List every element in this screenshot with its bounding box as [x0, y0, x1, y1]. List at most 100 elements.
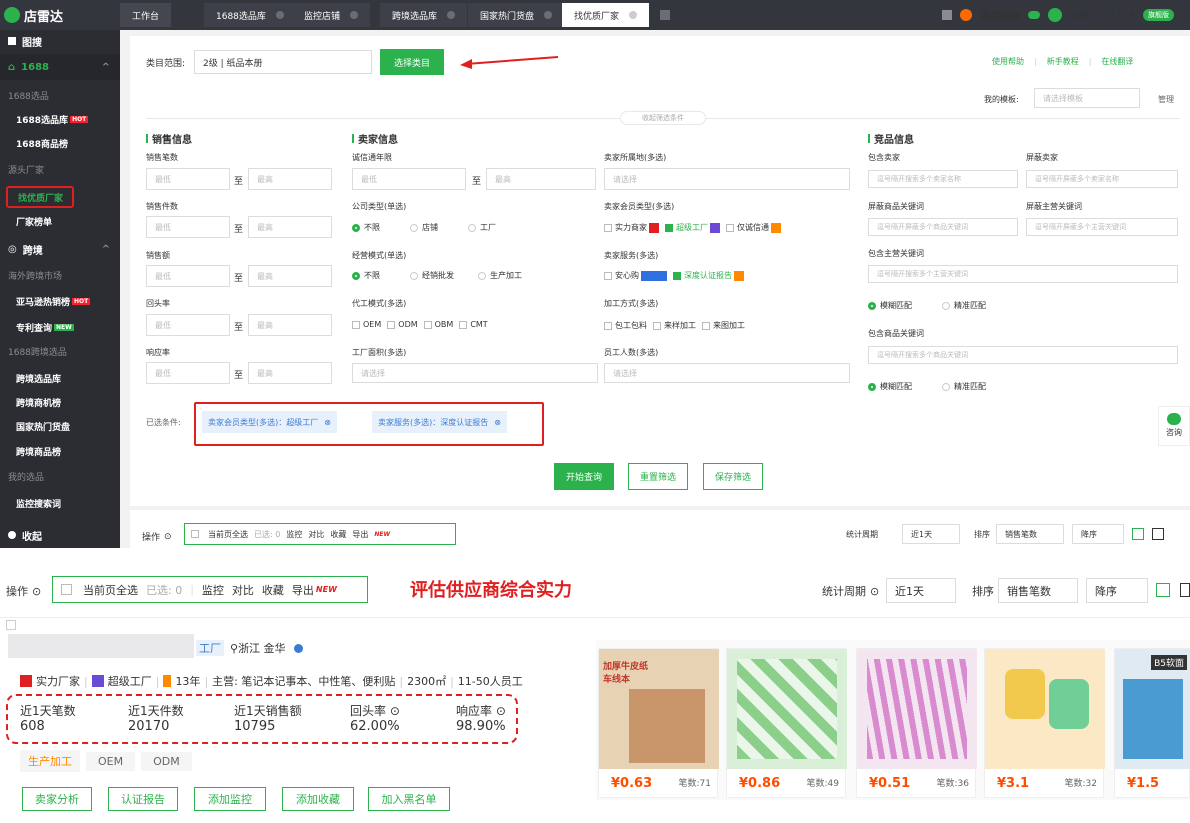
sort-dir-small[interactable]: 降序: [1072, 524, 1124, 544]
radio-exact[interactable]: [942, 301, 950, 310]
response-rate-min[interactable]: 最低: [146, 362, 230, 384]
radio-no-limit[interactable]: [352, 223, 360, 232]
return-rate-min[interactable]: 最低: [146, 314, 230, 336]
translate-link[interactable]: 在线翻译: [1101, 56, 1133, 67]
sales-count-max[interactable]: 最高: [248, 168, 332, 190]
add-tab-icon[interactable]: [660, 10, 670, 20]
checkbox-super-factory[interactable]: [665, 223, 673, 232]
selected-chip-service[interactable]: 卖家服务(多选)：深度认证报告 ⊗: [372, 411, 507, 433]
sidebar-item-kj-rank[interactable]: 跨境商机榜: [0, 391, 120, 413]
collect-button[interactable]: 收藏: [262, 582, 284, 598]
checkbox-anxin[interactable]: [604, 271, 612, 280]
start-query-button[interactable]: 开始查询: [554, 463, 614, 490]
checkbox-odm[interactable]: [387, 320, 396, 329]
sidebar-item-kj-library[interactable]: 跨境选品库: [0, 367, 120, 389]
product-card[interactable]: ¥0.51 笔数:36: [856, 648, 977, 798]
sidebar-item-hot-goods[interactable]: 国家热门货盘: [0, 415, 120, 437]
tutorial-link[interactable]: 新手教程: [1047, 56, 1079, 67]
app-logo[interactable]: 店雷达: [0, 0, 120, 30]
list-view-icon[interactable]: [1180, 583, 1190, 597]
tab-workbench[interactable]: 工作台: [120, 3, 172, 27]
monitor-button[interactable]: 监控: [286, 529, 302, 540]
response-rate-max[interactable]: 最高: [248, 362, 332, 384]
cloud-icon[interactable]: [1028, 11, 1041, 19]
product-card[interactable]: B5软面 ¥1.5: [1114, 648, 1190, 798]
manage-link[interactable]: 管理: [1158, 94, 1174, 105]
chengxin-min[interactable]: 最低: [352, 168, 466, 190]
tab-1688-library[interactable]: 1688选品库: [204, 3, 296, 27]
product-card[interactable]: ¥0.86 笔数:49: [726, 648, 847, 798]
period-select[interactable]: 近1天: [886, 578, 956, 603]
product-card[interactable]: 加厚牛皮纸车线本 ¥0.63 笔数:71: [598, 648, 719, 798]
compare-button[interactable]: 对比: [308, 529, 324, 540]
close-icon[interactable]: [275, 11, 284, 19]
seller-analysis-button[interactable]: 卖家分析: [22, 787, 92, 811]
sales-amount-min[interactable]: 最低: [146, 265, 230, 287]
monitor-button[interactable]: 监控: [202, 582, 224, 598]
add-blacklist-button[interactable]: 加入黑名单: [368, 787, 450, 811]
sidebar-group-crossborder[interactable]: ◎ 跨境 ^: [0, 236, 120, 262]
add-collect-button[interactable]: 添加收藏: [282, 787, 354, 811]
sidebar-item-factory-rank[interactable]: 厂家榜单: [0, 210, 120, 232]
chengxin-max[interactable]: 最高: [486, 168, 596, 190]
checkbox-laiyang[interactable]: [653, 321, 661, 330]
include-main-kw-input[interactable]: 逗号隔开搜索多个主营关键词: [868, 265, 1178, 283]
return-rate-max[interactable]: 最高: [248, 314, 332, 336]
tab-find-factory[interactable]: 找优质厂家: [562, 3, 650, 27]
sales-items-min[interactable]: 最低: [146, 216, 230, 238]
collect-button[interactable]: 收藏: [330, 529, 346, 540]
sidebar-item-kj-goods[interactable]: 跨境商品榜: [0, 440, 120, 462]
select-page-checkbox[interactable]: [191, 530, 199, 538]
close-icon[interactable]: ⊗: [494, 418, 501, 427]
save-filter-button[interactable]: 保存筛选: [703, 463, 763, 490]
close-icon[interactable]: ⊗: [324, 418, 331, 427]
select-category-button[interactable]: 选择类目: [380, 49, 444, 75]
template-select[interactable]: 请选择模板: [1034, 88, 1140, 108]
cert-report-button[interactable]: 认证报告: [108, 787, 178, 811]
sidebar-item-find-factory[interactable]: 找优质厂家: [6, 186, 74, 208]
sidebar-group-1688[interactable]: ⌂ 1688 ^: [0, 54, 120, 80]
avatar[interactable]: [1048, 8, 1063, 22]
category-field[interactable]: 2级 | 纸品本册: [194, 50, 372, 74]
block-goods-kw-input[interactable]: 逗号隔开屏蔽多个商品关键词: [868, 218, 1018, 236]
staff-select[interactable]: 请选择: [604, 363, 850, 383]
export-button[interactable]: 导出: [292, 582, 314, 598]
selected-chip-member[interactable]: 卖家会员类型(多选)：超级工厂 ⊗: [202, 411, 337, 433]
sidebar-item-1688-library[interactable]: 1688选品库 HOT: [0, 108, 120, 130]
close-icon[interactable]: [447, 11, 456, 19]
checkbox-only-cx[interactable]: [726, 223, 734, 232]
select-page-checkbox[interactable]: [61, 584, 72, 595]
sort-field-small[interactable]: 销售笔数: [996, 524, 1064, 544]
sales-amount-max[interactable]: 最高: [248, 265, 332, 287]
compare-button[interactable]: 对比: [232, 582, 254, 598]
block-main-kw-input[interactable]: 逗号隔开屏蔽多个主营关键词: [1026, 218, 1178, 236]
radio-factory[interactable]: [468, 223, 476, 232]
include-seller-input[interactable]: 逗号隔开搜索多个卖家名称: [868, 170, 1018, 188]
close-icon[interactable]: [350, 11, 359, 19]
sidebar-item-tusou[interactable]: 图搜: [0, 30, 120, 52]
reset-filter-button[interactable]: 重置筛选: [628, 463, 688, 490]
close-icon[interactable]: [629, 11, 638, 19]
checkbox-deep-cert[interactable]: [673, 271, 681, 280]
sidebar-item-patent[interactable]: 专利查询 NEW: [0, 316, 120, 338]
supplier-name-blurred[interactable]: [8, 634, 194, 658]
radio-exact[interactable]: [942, 382, 950, 391]
radio-fuzzy[interactable]: [868, 301, 876, 310]
checkbox-strong[interactable]: [604, 223, 612, 232]
sidebar-item-1688-rank[interactable]: 1688商品榜: [0, 132, 120, 154]
sidebar-item-amazon[interactable]: 亚马逊热销榜 HOT: [0, 290, 120, 312]
help-link[interactable]: 使用帮助: [992, 56, 1024, 67]
tab-crossborder[interactable]: 跨境选品库: [380, 3, 468, 27]
checkbox-cmt[interactable]: [459, 320, 468, 329]
radio-wholesale[interactable]: [410, 271, 418, 280]
image-view-icon[interactable]: [1132, 528, 1144, 540]
list-view-icon[interactable]: [1152, 528, 1164, 540]
checkbox-obm[interactable]: [423, 320, 432, 329]
radio-production[interactable]: [478, 271, 486, 280]
product-card[interactable]: ¥3.1 笔数:32: [984, 648, 1105, 798]
sales-count-min[interactable]: 最低: [146, 168, 230, 190]
export-button[interactable]: 导出: [352, 529, 368, 540]
image-view-icon[interactable]: [1156, 583, 1170, 597]
close-icon[interactable]: [544, 11, 553, 19]
sales-items-max[interactable]: 最高: [248, 216, 332, 238]
